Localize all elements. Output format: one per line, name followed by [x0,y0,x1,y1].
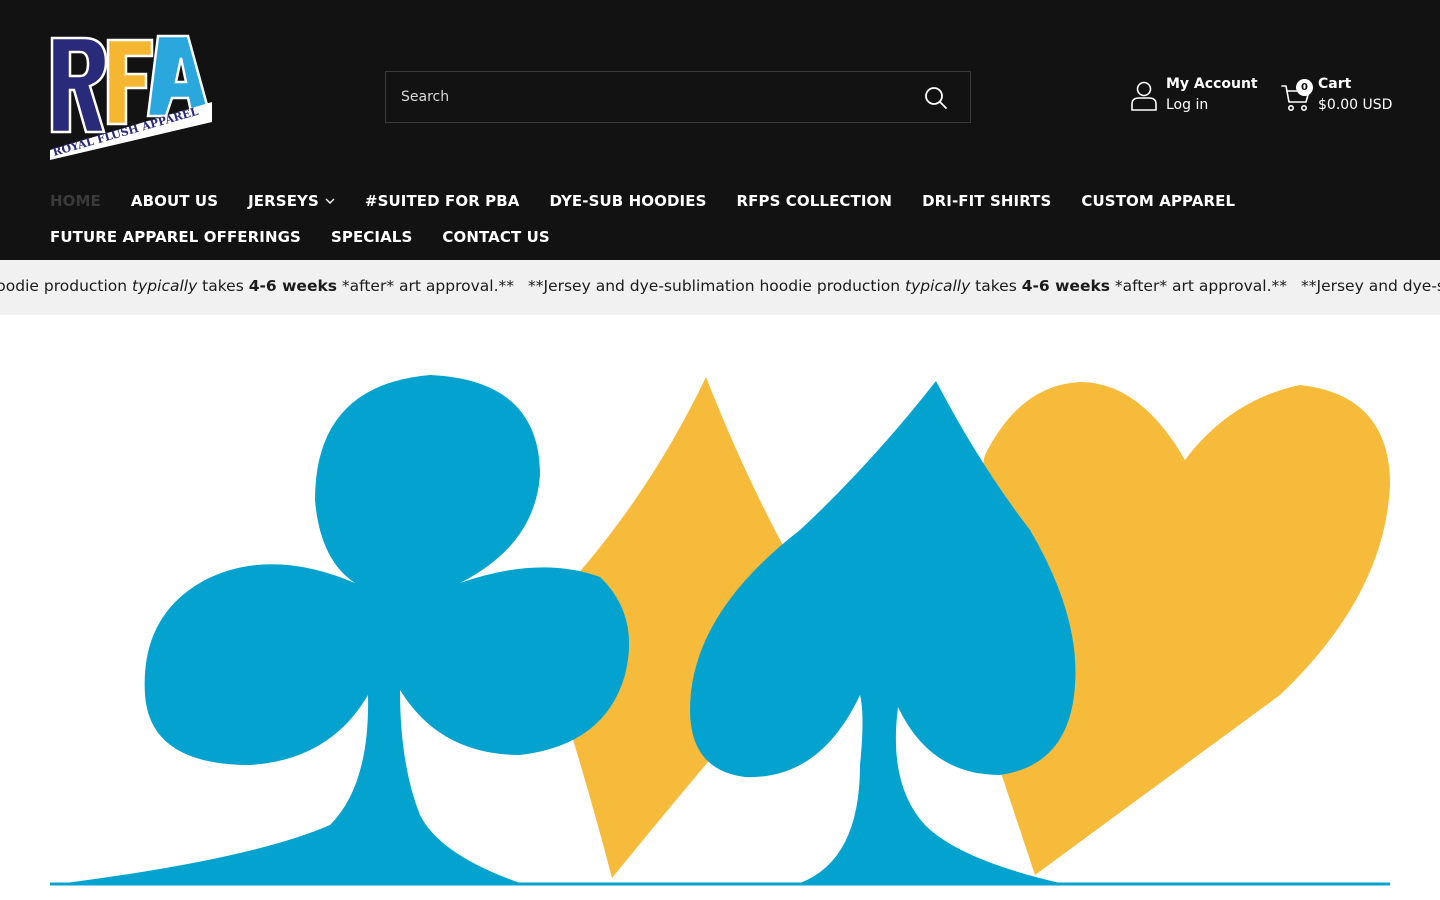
cart-title: Cart [1318,76,1352,92]
nav-rfps-collection[interactable]: RFPS COLLECTION [736,192,892,210]
cart-count-badge: 0 [1296,79,1313,96]
login-link[interactable]: Log in [1166,97,1208,113]
nav-home[interactable]: HOME [50,192,101,210]
hero-banner[interactable] [0,315,1440,900]
user-icon [1131,81,1157,111]
account-title: My Account [1166,76,1258,92]
nav-contact-us[interactable]: CONTACT US [442,228,549,246]
main-navigation: HOME ABOUT US JERSEYS #SUITED FOR PBA DY… [50,186,1250,258]
search-bar [385,71,971,123]
nav-suited-for-pba[interactable]: #SUITED FOR PBA [365,192,520,210]
club-suit [50,375,630,885]
site-header: ROYAL FLUSH APPAREL My Account Log in 0 … [0,0,1440,260]
cart-link[interactable]: 0 Cart $0.00 USD [1280,76,1400,120]
cart-total: $0.00 USD [1318,97,1393,113]
nav-custom-apparel[interactable]: CUSTOM APPAREL [1081,192,1235,210]
rfa-logo[interactable]: ROYAL FLUSH APPAREL [48,32,216,162]
announcement-message: **Jersey and dye-sublimation hoodie prod… [1301,277,1440,295]
nav-future-apparel-offerings[interactable]: FUTURE APPAREL OFFERINGS [50,228,301,246]
search-icon [925,87,947,109]
nav-dye-sub-hoodies[interactable]: DYE-SUB HOODIES [550,192,707,210]
nav-specials[interactable]: SPECIALS [331,228,412,246]
announcement-message: **Jersey and dye-sublimation hoodie prod… [528,277,1287,295]
nav-jerseys[interactable]: JERSEYS [248,192,335,210]
nav-jerseys-label: JERSEYS [248,192,319,210]
announcement-track: **Jersey and dye-sublimation hoodie prod… [0,277,1440,295]
logo-graphic: ROYAL FLUSH APPAREL [50,34,212,160]
card-suits-graphic [50,375,1390,886]
search-button[interactable] [916,82,956,114]
announcement-message: **Jersey and dye-sublimation hoodie prod… [0,277,514,295]
nav-row-2: FUTURE APPAREL OFFERINGS SPECIALS CONTAC… [50,222,1250,252]
announcement-bar: **Jersey and dye-sublimation hoodie prod… [0,260,1440,315]
nav-row-1: HOME ABOUT US JERSEYS #SUITED FOR PBA DY… [50,186,1250,216]
nav-dri-fit-shirts[interactable]: DRI-FIT SHIRTS [922,192,1051,210]
chevron-down-icon [325,198,335,204]
search-input[interactable] [386,72,906,122]
nav-about-us[interactable]: ABOUT US [131,192,218,210]
account-link[interactable]: My Account Log in [1130,76,1270,120]
